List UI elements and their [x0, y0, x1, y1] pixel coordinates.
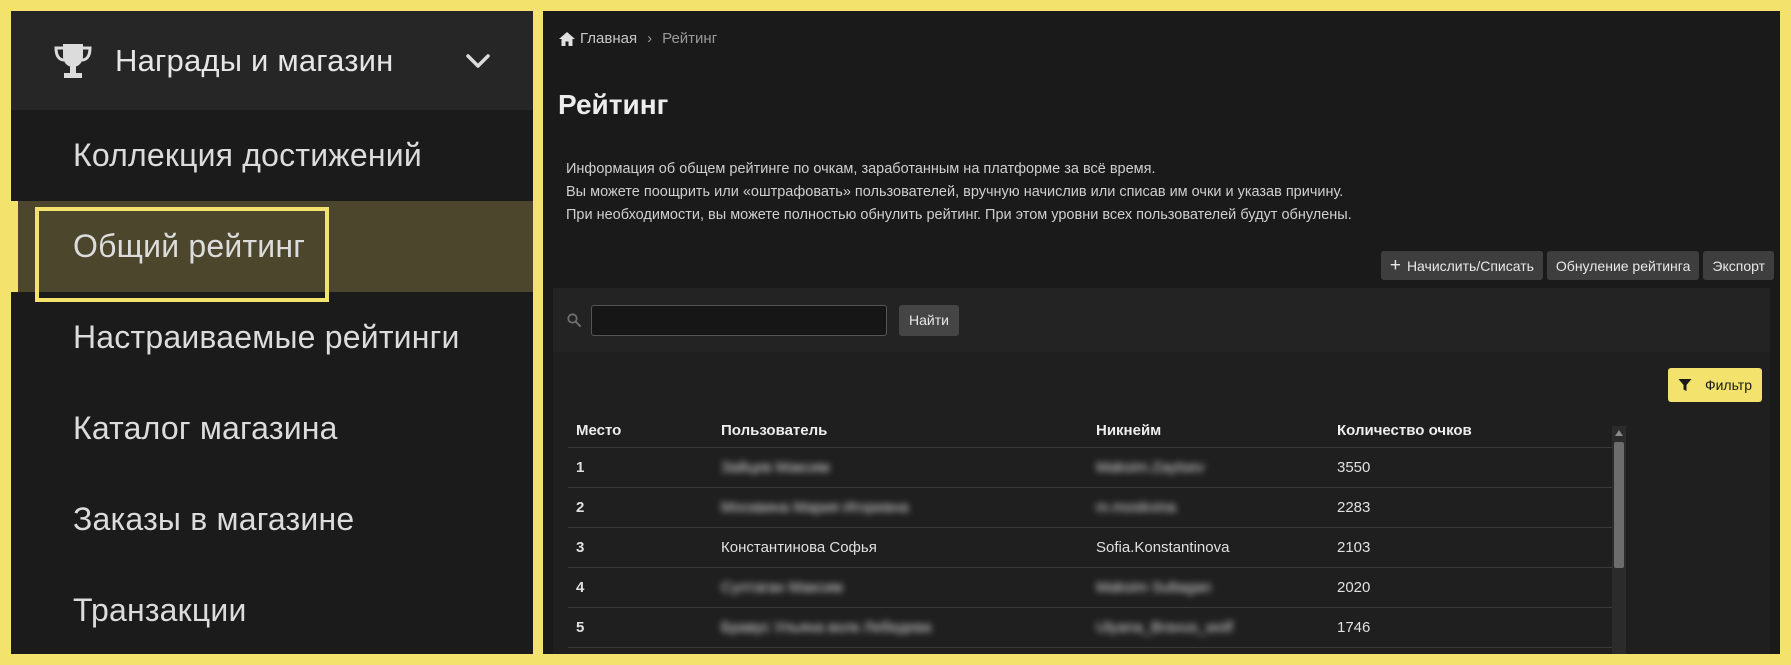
main-panel: Главная › Рейтинг Рейтинг Информация об …: [543, 11, 1780, 654]
breadcrumb-current: Рейтинг: [662, 30, 718, 47]
action-toolbar: + Начислить/Списать Обнуление рейтинга Э…: [1380, 251, 1774, 280]
column-header-user[interactable]: Пользователь: [713, 414, 1088, 448]
cell-place: 5: [568, 607, 713, 648]
sidebar-item-label: Транзакции: [73, 592, 247, 628]
breadcrumb: Главная › Рейтинг: [558, 30, 717, 47]
sidebar-item-shop-orders[interactable]: Заказы в магазине: [11, 474, 533, 565]
sidebar-item-achievements[interactable]: Коллекция достижений: [11, 110, 533, 201]
cell-points: 3550: [1329, 447, 1612, 488]
table-row[interactable]: 3 Константинова Софья Sofia.Konstantinov…: [568, 527, 1612, 568]
cell-user: Константинова Софья: [713, 527, 1088, 568]
accrue-deduct-button[interactable]: + Начислить/Списать: [1380, 251, 1543, 280]
sidebar: Награды и магазин Коллекция достижений О…: [11, 11, 533, 654]
section-title: Награды и магазин: [115, 42, 394, 78]
trophy-icon: [54, 43, 92, 78]
cell-nickname: Ulyana_Bravus_wolf: [1088, 607, 1329, 648]
sidebar-item-label: Настраиваемые рейтинги: [73, 319, 460, 355]
scrollbar-thumb[interactable]: [1614, 442, 1624, 568]
cell-user: Бравус Ульяна волк Лебедева: [713, 607, 1088, 648]
export-button[interactable]: Экспорт: [1703, 251, 1774, 280]
table-row[interactable]: 5 Бравус Ульяна волк Лебедева Ulyana_Bra…: [568, 607, 1612, 648]
rating-table: Место Пользователь Никнейм Количество оч…: [568, 414, 1612, 648]
cell-place: 4: [568, 567, 713, 608]
search-input[interactable]: [591, 304, 887, 336]
cell-user: Москвина Мария Игоревна: [713, 487, 1088, 528]
cell-place: 2: [568, 487, 713, 528]
sidebar-item-custom-ratings[interactable]: Настраиваемые рейтинги: [11, 292, 533, 383]
sidebar-item-transactions[interactable]: Транзакции: [11, 565, 533, 654]
breadcrumb-home-link[interactable]: Главная: [580, 30, 637, 47]
sidebar-item-label: Коллекция достижений: [73, 137, 422, 173]
search-icon: [567, 313, 581, 327]
column-header-place[interactable]: Место: [568, 414, 713, 448]
cell-nickname: m.moskvina: [1088, 487, 1329, 528]
page-description: Информация об общем рейтинге по очкам, з…: [566, 158, 1352, 227]
home-icon[interactable]: [558, 31, 576, 47]
description-line: При необходимости, вы можете полностью о…: [566, 207, 1352, 223]
filter-icon: [1678, 379, 1692, 391]
filter-button[interactable]: Фильтр: [1667, 368, 1762, 402]
cell-points: 2020: [1329, 567, 1612, 608]
sidebar-item-label: Заказы в магазине: [73, 501, 355, 537]
cell-user: Султаган Максим: [713, 567, 1088, 608]
cell-points: 1746: [1329, 607, 1612, 648]
chevron-down-icon[interactable]: [463, 46, 493, 76]
cell-user: Зайцев Максим: [713, 447, 1088, 488]
accrue-deduct-label: Начислить/Списать: [1406, 257, 1534, 274]
cell-nickname: Maksim Sultagan: [1088, 567, 1329, 608]
cell-nickname: Maksim.Zaytsev: [1088, 447, 1329, 488]
table-header-row: Место Пользователь Никнейм Количество оч…: [568, 414, 1612, 448]
search-button[interactable]: Найти: [899, 304, 959, 336]
cell-points: 2283: [1329, 487, 1612, 528]
reset-rating-button[interactable]: Обнуление рейтинга: [1546, 251, 1700, 280]
cell-place: 3: [568, 527, 713, 568]
filter-label: Фильтр: [1704, 377, 1752, 393]
column-header-nickname[interactable]: Никнейм: [1088, 414, 1329, 448]
table-row[interactable]: 2 Москвина Мария Игоревна m.moskvina 228…: [568, 487, 1612, 528]
cell-nickname: Sofia.Konstantinova: [1088, 527, 1329, 568]
rating-table-area: Фильтр Место Пользователь Никнейм Количе…: [553, 352, 1770, 654]
table-row[interactable]: 4 Султаган Максим Maksim Sultagan 2020: [568, 567, 1612, 608]
sidebar-item-label: Каталог магазина: [73, 410, 338, 446]
description-line: Информация об общем рейтинге по очкам, з…: [566, 161, 1156, 177]
table-scrollbar[interactable]: [1612, 426, 1626, 654]
table-row[interactable]: 1 Зайцев Максим Maksim.Zaytsev 3550: [568, 447, 1612, 488]
plus-icon: +: [1389, 255, 1401, 276]
cell-place: 1: [568, 447, 713, 488]
breadcrumb-separator: ›: [647, 30, 653, 47]
description-line: Вы можете поощрить или «оштрафовать» пол…: [566, 184, 1344, 200]
scroll-up-arrow-icon[interactable]: [1615, 430, 1623, 436]
cell-points: 2103: [1329, 527, 1612, 568]
search-bar: Найти: [553, 288, 1770, 352]
sidebar-item-label: Общий рейтинг: [73, 228, 306, 264]
sidebar-item-general-rating[interactable]: Общий рейтинг: [11, 201, 533, 302]
section-header-rewards[interactable]: Награды и магазин: [11, 11, 533, 110]
page-title: Рейтинг: [558, 89, 669, 120]
sidebar-item-shop-catalog[interactable]: Каталог магазина: [11, 383, 533, 474]
column-header-points[interactable]: Количество очков: [1329, 414, 1612, 448]
